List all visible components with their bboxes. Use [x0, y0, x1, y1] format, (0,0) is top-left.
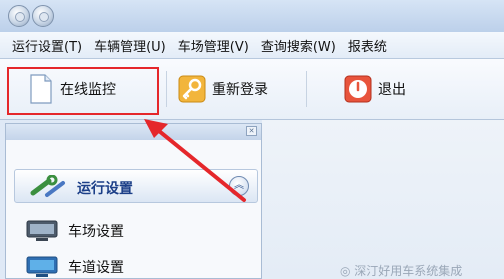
exit-button[interactable]: 退出 [344, 69, 406, 109]
menu-run-settings[interactable]: 运行设置(T) [12, 36, 82, 55]
main-workspace [262, 120, 504, 279]
monitor-icon [26, 220, 58, 241]
relogin-label: 重新登录 [212, 82, 268, 98]
nav-item-lane-settings[interactable]: 车道设置 [26, 256, 124, 278]
title-bar [0, 0, 504, 32]
menu-lot-management[interactable]: 车场管理(V) [178, 36, 249, 55]
menu-bar: 运行设置(T) 车辆管理(U) 车场管理(V) 查询搜索(W) 报表统 [0, 32, 504, 59]
watermark: ◎ 深汀好用车系统集成 [340, 264, 463, 278]
group-title: 运行设置 [77, 181, 133, 197]
nav-item-label: 车场设置 [68, 224, 124, 240]
menu-query-search[interactable]: 查询搜索(W) [261, 36, 336, 55]
toolbar-separator [166, 71, 167, 107]
chevron-up-icon[interactable]: ︽ [229, 176, 249, 196]
nav-item-lot-settings[interactable]: 车场设置 [26, 220, 124, 242]
exit-label: 退出 [378, 82, 406, 98]
relogin-button[interactable]: 重新登录 [178, 69, 268, 109]
toolbar-separator [306, 71, 307, 107]
navigation-panel: ✕ 运行设置 ︽ 车场设置 车道设置 [5, 123, 262, 279]
menu-reports[interactable]: 报表统 [348, 36, 387, 55]
group-header-run-settings[interactable]: 运行设置 ︽ [14, 169, 258, 203]
power-icon [344, 75, 372, 103]
key-icon [178, 75, 206, 103]
window-control-icon[interactable] [8, 5, 30, 27]
highlight-box [7, 67, 159, 115]
panel-header: ✕ [6, 124, 261, 140]
close-icon[interactable]: ✕ [246, 126, 257, 136]
nav-item-label: 车道设置 [68, 260, 124, 276]
window-control-icon[interactable] [32, 5, 54, 27]
wrench-icon [30, 175, 65, 197]
screen-icon [26, 256, 58, 277]
menu-vehicle-management[interactable]: 车辆管理(U) [94, 36, 166, 55]
